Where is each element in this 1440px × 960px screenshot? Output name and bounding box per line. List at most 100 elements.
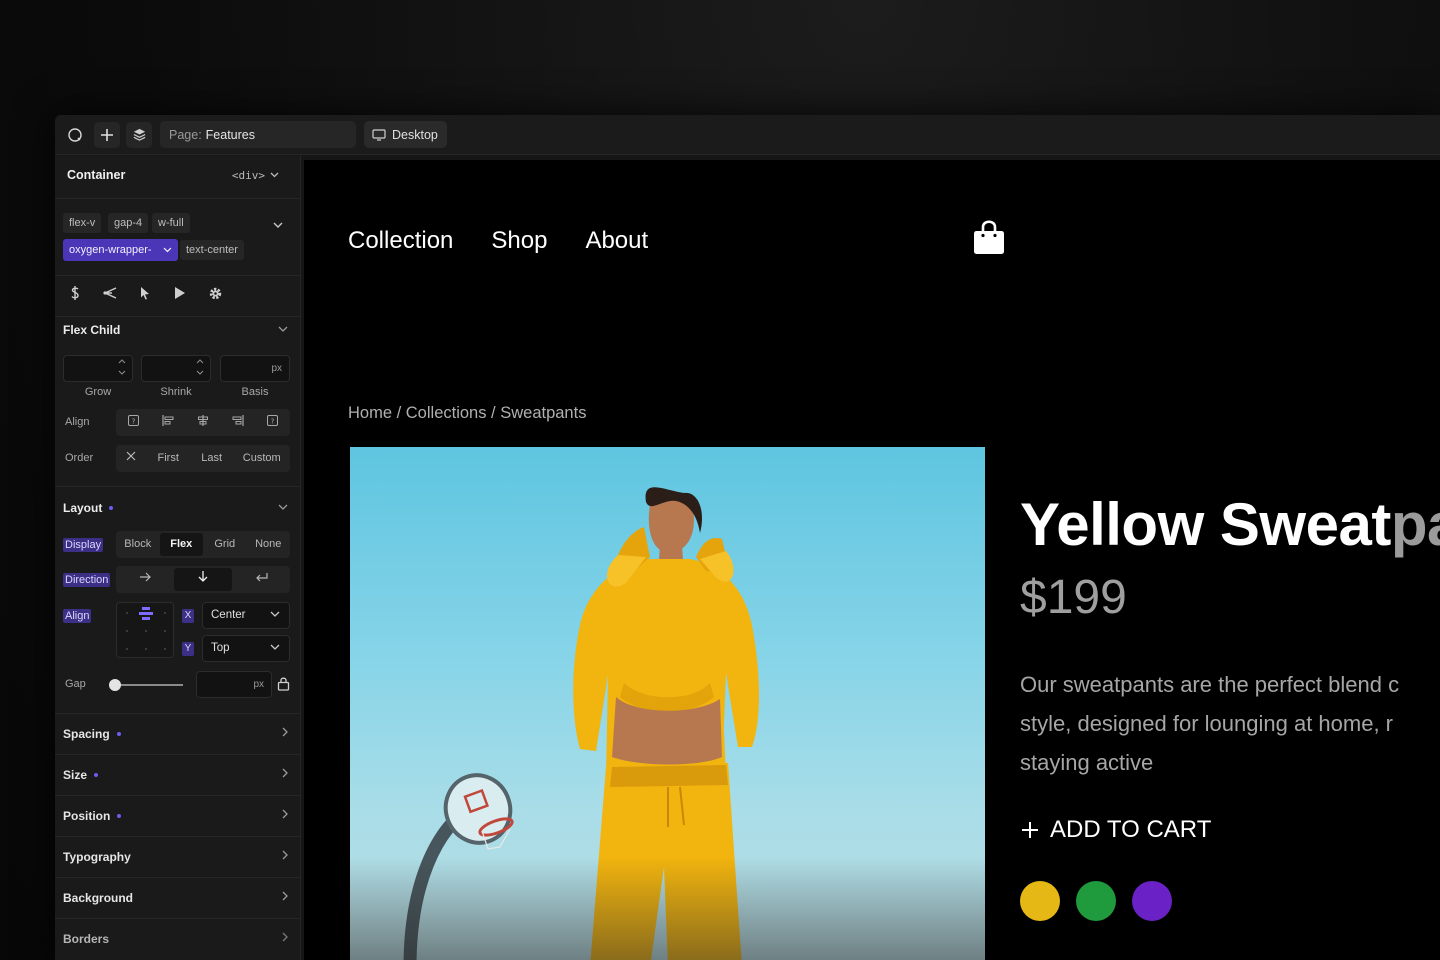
device-toggle-button[interactable]: Desktop <box>364 121 447 148</box>
display-flex-option[interactable]: Flex <box>159 533 203 556</box>
shrink-input[interactable] <box>141 355 211 382</box>
chevron-right-icon <box>282 931 289 945</box>
order-label: Order <box>65 452 94 464</box>
arrow-down-icon[interactable] <box>174 568 232 591</box>
basis-label: Basis <box>241 386 269 398</box>
page-selector[interactable]: Page: Features <box>160 121 356 148</box>
class-chip[interactable]: text-center <box>180 240 244 260</box>
align-center-icon[interactable] <box>186 411 221 434</box>
align-end-icon[interactable] <box>220 411 255 434</box>
wrap-icon[interactable] <box>232 568 290 591</box>
color-swatch-yellow[interactable] <box>1020 881 1060 921</box>
arrow-right-icon[interactable] <box>116 568 174 591</box>
chevron-right-icon <box>282 726 289 740</box>
description-line: Our sweatpants are the perfect blend c <box>1020 672 1400 697</box>
logo-icon[interactable] <box>62 122 88 148</box>
class-chip[interactable]: w-full <box>152 213 190 233</box>
chevron-down-icon <box>270 172 279 178</box>
section-position[interactable]: Position <box>55 795 301 836</box>
nav-link-about[interactable]: About <box>585 227 648 255</box>
class-chip[interactable]: gap-4 <box>108 213 149 233</box>
gap-slider-track[interactable] <box>113 684 183 686</box>
section-title: Position <box>63 809 111 823</box>
divider <box>55 275 301 276</box>
svg-text:?: ? <box>271 417 275 425</box>
lock-icon[interactable] <box>277 676 290 694</box>
site-nav: Collection Shop About <box>348 227 648 255</box>
display-none-option[interactable]: None <box>247 533 291 556</box>
gap-label: Gap <box>65 678 86 690</box>
align-x-select[interactable]: Center <box>202 602 290 629</box>
dollar-icon[interactable] <box>65 283 85 303</box>
align-y-select[interactable]: Top <box>202 635 290 662</box>
cursor-icon[interactable] <box>135 283 155 303</box>
section-typography[interactable]: Typography <box>55 836 301 877</box>
chevron-down-icon[interactable] <box>278 324 288 336</box>
layers-icon[interactable] <box>126 121 152 148</box>
section-background[interactable]: Background <box>55 877 301 918</box>
branch-icon[interactable] <box>100 283 120 303</box>
grow-input[interactable] <box>63 355 133 382</box>
order-none-icon[interactable] <box>116 447 146 470</box>
grow-label: Grow <box>84 386 112 398</box>
order-custom-option[interactable]: Custom <box>233 447 290 470</box>
nav-link-collection[interactable]: Collection <box>348 227 453 255</box>
section-borders[interactable]: Borders <box>55 918 301 959</box>
class-chip[interactable]: flex-v <box>63 213 102 233</box>
play-icon[interactable] <box>170 283 190 303</box>
section-spacing[interactable]: Spacing <box>55 713 301 754</box>
display-block-option[interactable]: Block <box>116 533 160 556</box>
order-control: First Last Custom <box>116 445 290 472</box>
gear-icon[interactable] <box>205 283 225 303</box>
stepper-icon[interactable] <box>196 358 204 379</box>
section-title: Borders <box>63 932 110 946</box>
align-start-icon[interactable] <box>151 411 186 434</box>
product-title-overflow: pa <box>1390 491 1440 558</box>
element-tag-selector[interactable]: <div> <box>232 169 279 182</box>
product-title: Yellow Sweatpa <box>1020 490 1440 559</box>
chevron-down-icon <box>270 636 280 661</box>
section-flex-child[interactable]: Flex Child <box>63 323 120 337</box>
page-canvas[interactable]: Collection Shop About Home / Collections… <box>304 160 1440 960</box>
gap-input[interactable]: px <box>196 671 272 698</box>
order-last-option[interactable]: Last <box>190 447 234 470</box>
add-to-cart-label: ADD TO CART <box>1050 816 1212 843</box>
alignment-grid[interactable] <box>116 602 174 658</box>
section-size[interactable]: Size <box>55 754 301 795</box>
element-actions <box>65 283 225 303</box>
align-auto-icon[interactable]: ? <box>116 411 151 434</box>
shopping-bag-icon[interactable] <box>973 218 1005 261</box>
chevron-down-icon[interactable] <box>278 502 288 514</box>
section-title: Layout <box>63 501 103 515</box>
modified-indicator <box>117 814 122 818</box>
section-title: Size <box>63 768 88 782</box>
add-to-cart-button[interactable]: ADD TO CART <box>1020 816 1211 844</box>
align-stretch-icon[interactable]: ? <box>255 411 290 434</box>
direction-control <box>116 566 290 593</box>
description-line: staying active <box>1020 750 1154 775</box>
gap-slider-handle[interactable] <box>109 679 121 691</box>
page-selector-value: Features <box>205 127 256 142</box>
shrink-label: Shrink <box>160 386 192 398</box>
stepper-icon[interactable] <box>118 358 126 379</box>
align-x-value: Center <box>211 609 246 621</box>
order-first-option[interactable]: First <box>146 447 190 470</box>
chevron-right-icon <box>282 890 289 904</box>
chevron-right-icon <box>282 808 289 822</box>
basis-input[interactable]: px <box>220 355 290 382</box>
classes-expand-icon[interactable] <box>273 218 283 232</box>
add-element-button[interactable] <box>94 121 120 148</box>
align-y-value: Top <box>211 642 230 654</box>
breadcrumb[interactable]: Home / Collections / Sweatpants <box>348 404 586 423</box>
description-line: style, designed for lounging at home, r <box>1020 711 1394 736</box>
nav-link-shop[interactable]: Shop <box>491 227 547 255</box>
color-swatch-green[interactable] <box>1076 881 1116 921</box>
modified-indicator <box>94 773 99 777</box>
section-layout[interactable]: Layout <box>63 501 114 515</box>
display-grid-option[interactable]: Grid <box>203 533 247 556</box>
element-title: Container <box>67 168 126 182</box>
unit-label: px <box>271 363 282 374</box>
class-chip-active[interactable]: oxygen-wrapper- <box>63 239 178 261</box>
section-title: Typography <box>63 850 131 864</box>
color-swatch-purple[interactable] <box>1132 881 1172 921</box>
